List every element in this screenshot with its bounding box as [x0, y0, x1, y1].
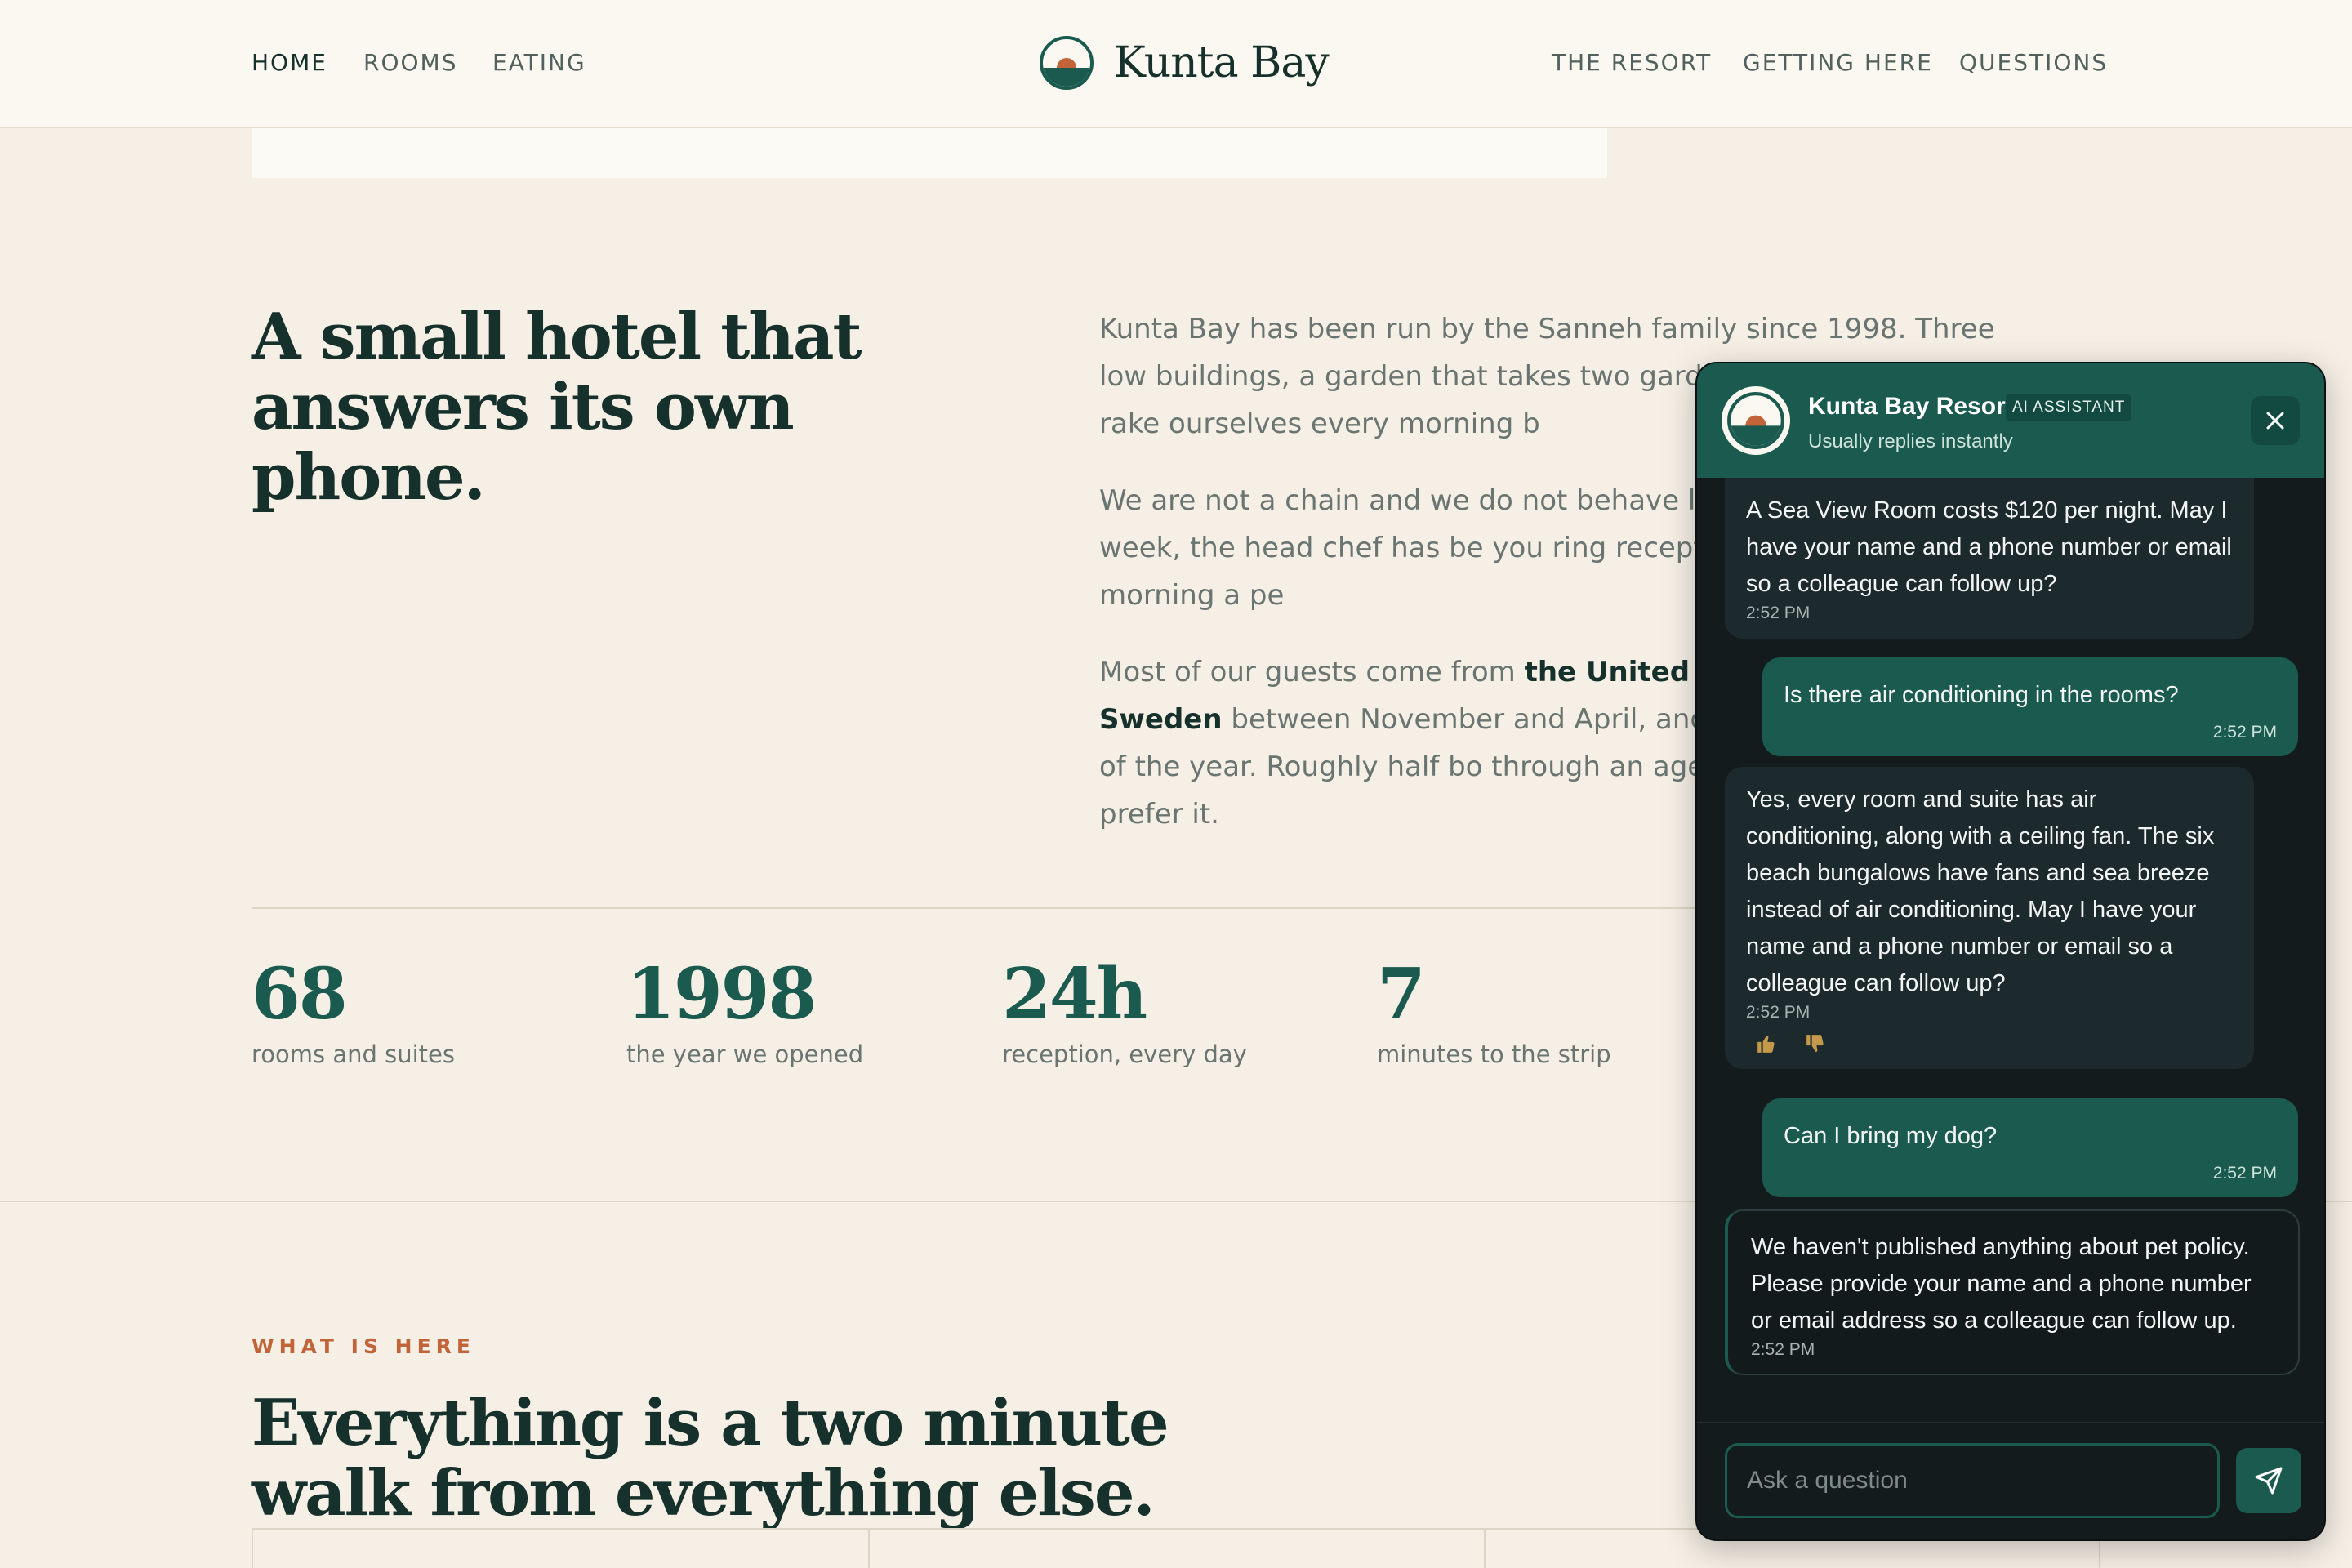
nav-link-home[interactable]: HOME — [252, 49, 327, 76]
card-border — [868, 1528, 870, 1568]
stat-number: 68 — [252, 953, 348, 1036]
intro-p3-bold-b: Sweden — [1099, 703, 1223, 736]
chat-message-bot: Yes, every room and suite has air condit… — [1725, 767, 2254, 1069]
thumbs-up-icon[interactable] — [1756, 1033, 1777, 1054]
message-text: Is there air conditioning in the rooms? — [1784, 682, 2179, 708]
nav-link-questions[interactable]: QUESTIONS — [1959, 49, 2108, 76]
chat-avatar — [1722, 386, 1790, 455]
card-border — [1484, 1528, 1486, 1568]
sunset-logo-icon — [1040, 36, 1094, 90]
close-icon — [2266, 412, 2284, 430]
chat-message-bot: A Sea View Room costs $120 per night. Ma… — [1725, 478, 2254, 639]
chat-message-user: Is there air conditioning in the rooms? … — [1762, 657, 2298, 756]
stat-label: the year we opened — [626, 1040, 864, 1068]
stat-number: 24h — [1002, 953, 1147, 1036]
stat-minutes: 7 minutes to the strip — [1377, 953, 1611, 1069]
message-time: 2:52 PM — [1746, 1003, 1811, 1022]
chat-title: Kunta Bay Resort — [1808, 393, 2014, 420]
sunset-logo-icon — [1727, 392, 1784, 449]
stat-label: rooms and suites — [252, 1040, 455, 1068]
nav-link-rooms[interactable]: ROOMS — [363, 49, 457, 76]
chat-widget: Kunta Bay Resort AI ASSISTANT Usually re… — [1695, 362, 2326, 1541]
chat-question-input[interactable] — [1725, 1443, 2220, 1518]
send-icon — [2255, 1467, 2283, 1494]
stat-year: 1998 the year we opened — [626, 953, 864, 1069]
nav-link-eating[interactable]: EATING — [492, 49, 586, 76]
stat-reception: 24h reception, every day — [1002, 953, 1247, 1069]
message-text: A Sea View Room costs $120 per night. Ma… — [1746, 497, 2232, 597]
section-headline: Everything is a two minute walk from eve… — [252, 1388, 1395, 1529]
chat-subtitle: Usually replies instantly — [1808, 430, 2013, 452]
section-headline-line2: walk from everything else. — [252, 1456, 1156, 1530]
thumbs-down-icon[interactable] — [1805, 1033, 1826, 1054]
stat-number: 1998 — [626, 953, 817, 1036]
message-time: 2:52 PM — [2212, 723, 2277, 742]
intro-headline-line1: A small hotel that — [252, 300, 862, 374]
stat-label: minutes to the strip — [1377, 1040, 1611, 1068]
stat-rooms: 68 rooms and suites — [252, 953, 455, 1069]
message-text: Can I bring my dog? — [1784, 1123, 1998, 1149]
chat-close-button[interactable] — [2251, 396, 2300, 445]
intro-p3-text-a: Most of our guests come from — [1099, 656, 1525, 688]
intro-headline-line2: answers its own phone. — [252, 370, 795, 514]
message-text: Yes, every room and suite has air condit… — [1746, 786, 2215, 996]
message-time: 2:52 PM — [1751, 1340, 1815, 1359]
message-feedback — [1746, 1033, 2233, 1054]
stat-label: reception, every day — [1002, 1040, 1247, 1068]
nav-link-getting-here[interactable]: GETTING HERE — [1743, 49, 1933, 76]
brand-logo[interactable]: Kunta Bay — [1039, 33, 1330, 93]
section-eyebrow: WHAT IS HERE — [252, 1334, 476, 1358]
stat-number: 7 — [1377, 953, 1426, 1036]
ai-assistant-badge: AI ASSISTANT — [2006, 394, 2132, 421]
section-headline-line1: Everything is a two minute — [252, 1386, 1169, 1460]
card-border — [252, 1528, 253, 1568]
message-text: We haven't published anything about pet … — [1751, 1234, 2252, 1334]
chat-header: Kunta Bay Resort AI ASSISTANT Usually re… — [1697, 363, 2324, 478]
brand-name: Kunta Bay — [1114, 38, 1330, 87]
top-navigation: HOME ROOMS EATING Kunta Bay THE RESORT G… — [0, 0, 2352, 128]
message-time: 2:52 PM — [1746, 604, 1811, 622]
message-time: 2:52 PM — [2212, 1164, 2277, 1183]
chat-message-user: Can I bring my dog? 2:52 PM — [1762, 1098, 2298, 1197]
nav-link-the-resort[interactable]: THE RESORT — [1552, 49, 1712, 76]
send-button[interactable] — [2236, 1448, 2301, 1513]
chat-message-bot-latest: We haven't published anything about pet … — [1725, 1209, 2300, 1375]
intro-headline: A small hotel that answers its own phone… — [252, 302, 987, 513]
chat-footer-divider — [1697, 1422, 2324, 1423]
